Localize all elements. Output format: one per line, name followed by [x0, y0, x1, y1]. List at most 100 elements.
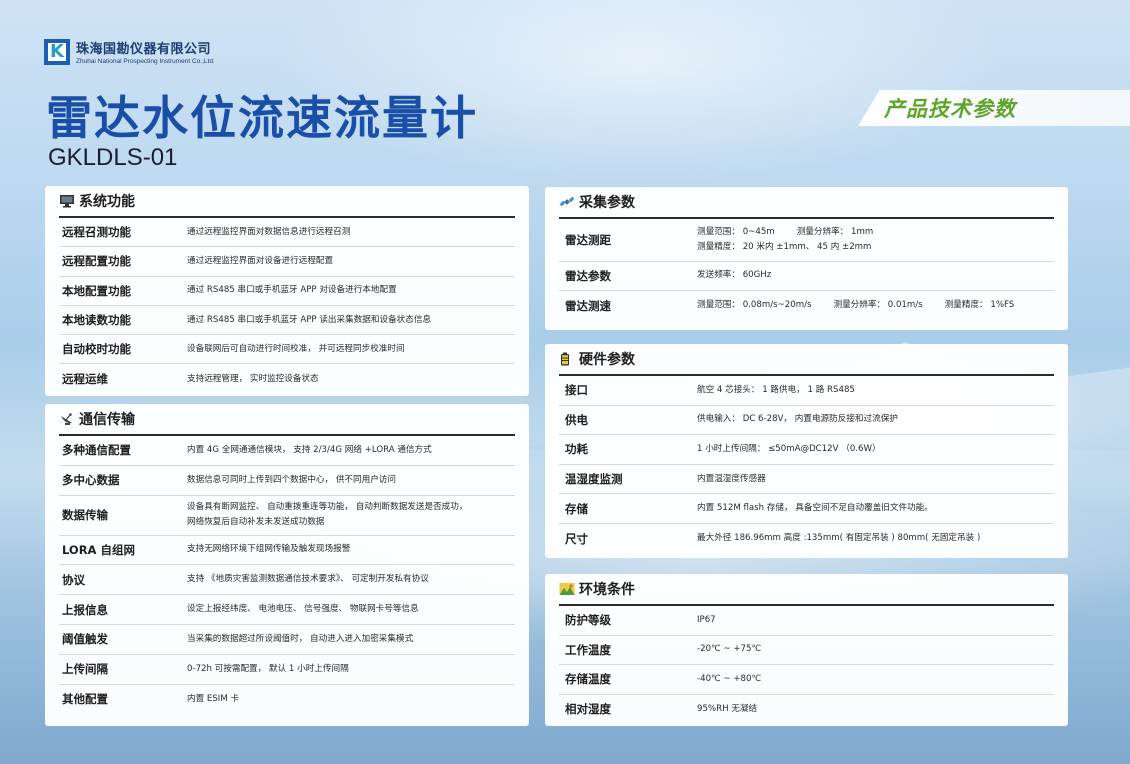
spec-label: 本地读数功能 [62, 313, 131, 328]
communication-card: 通信传输 多种通信配置 内置 4G 全网通通信模块， 支持 2/3/4G 网络 +… [45, 404, 529, 726]
spec-label: 上报信息 [62, 602, 108, 617]
spec-value-line: 0-72h 可按需配置， 默认 1 小时上传间隔 [187, 663, 349, 674]
spec-value: 0-72h 可按需配置， 默认 1 小时上传间隔 [187, 662, 349, 677]
spec-value-line: 设备联网后可自动进行时间校准， 并可远程同步校准时间 [187, 343, 405, 354]
spec-label: 存储温度 [565, 672, 611, 687]
spec-value: IP67 [697, 613, 716, 628]
spec-value: 内置 512M flash 存储， 具备空间不足自动覆盖旧文件功能。 [697, 501, 933, 516]
spec-value: 最大外径 186.96mm 高度 :135mm( 有固定吊装 ) 80mm( 无… [697, 531, 980, 546]
spec-value-line: 设定上报经纬度、 电池电压、 信号强度、 物联网卡号等信息 [187, 604, 419, 615]
spec-row: 数据传输 设备具有断网监控、 自动重拨重连等功能， 自动判断数据发送是否成功， 网络… [59, 496, 515, 536]
spec-value-line: 测量范围： 0.08m/s~20m/s 测量分辨率： 0.01m/s 测量精度： 1… [697, 298, 1036, 313]
spec-banner: 产品技术参数 [858, 90, 1130, 126]
spec-value-line: 通过远程监控界面对设备进行远程配置 [187, 255, 334, 266]
spec-value: 支持 《地质灾害监测数据通信技术要求》、 可定制开发私有协议 [187, 572, 429, 587]
spec-value-line: 当采集的数据超过所设阈值时， 自动进入进入加密采集模式 [187, 633, 414, 644]
spec-label: 数据传输 [62, 508, 108, 523]
spec-value: 通过远程监控界面对数据信息进行远程召测 [187, 225, 350, 240]
spec-row: 远程配置功能 通过远程监控界面对设备进行远程配置 [59, 247, 515, 277]
spec-label: LORA 自组网 [62, 542, 135, 557]
spec-row: 多中心数据 数据信息可同时上传到四个数据中心， 供不同用户访问 [59, 466, 515, 496]
spec-label: 远程配置功能 [62, 254, 131, 269]
spec-label: 多种通信配置 [62, 443, 131, 458]
spec-row: 功耗 1 小时上传间隔： ≤50mA@DC12V （0.6W） [559, 435, 1054, 465]
spec-value: 当采集的数据超过所设阈值时， 自动进入进入加密采集模式 [187, 632, 413, 647]
spec-row: 阈值触发 当采集的数据超过所设阈值时， 自动进入进入加密采集模式 [59, 625, 515, 655]
spec-row: 自动校时功能 设备联网后可自动进行时间校准， 并可远程同步校准时间 [59, 335, 515, 365]
spec-value-line: 内置 ESIM 卡 [187, 693, 240, 704]
product-model: GKLDLS-01 [48, 144, 178, 171]
spec-row: 供电 供电输入： DC 6-28V， 内置电源防反接和过流保护 [559, 406, 1054, 436]
satellite-icon [559, 195, 575, 209]
spec-row: 雷达参数 发送频率： 60GHz [559, 262, 1054, 291]
environment-card: 环境条件 防护等级 IP67 工作温度 -20℃ ~ +75℃ 存储温度 -40℃ ~ +… [545, 574, 1068, 726]
spec-value: 数据信息可同时上传到四个数据中心， 供不同用户访问 [187, 473, 396, 488]
spec-value-line: IP67 [697, 614, 716, 625]
spec-value: 航空 4 芯接头： 1 路供电， 1 路 RS485 [697, 383, 855, 398]
spec-row: 温湿度监测 内置温湿度传感器 [559, 465, 1054, 495]
spec-row: 上传间隔 0-72h 可按需配置， 默认 1 小时上传间隔 [59, 655, 515, 685]
spec-value-line: 测量精度： 20 米内 ±1mm、 45 内 ±2mm [697, 240, 895, 255]
hardware-params-header: 硬件参数 [559, 344, 1054, 376]
spec-label: 接口 [565, 383, 588, 398]
spec-value: 发送频率： 60GHz [697, 268, 793, 283]
monitor-icon [59, 194, 75, 208]
spec-value-line: 测量范围： 0~45m 测量分辨率： 1mm [697, 225, 895, 240]
spec-row: 其他配置 内置 ESIM 卡 [59, 685, 515, 715]
landscape-icon [559, 582, 575, 596]
spec-value: 通过 RS485 串口或手机蓝牙 APP 对设备进行本地配置 [187, 283, 397, 298]
spec-value-part: 测量范围： 0~45m [697, 226, 775, 237]
spec-row: 存储 内置 512M flash 存储， 具备空间不足自动覆盖旧文件功能。 [559, 494, 1054, 524]
spec-value: 内置温湿度传感器 [697, 472, 766, 487]
spec-row: 雷达测速 测量范围： 0.08m/s~20m/s 测量分辨率： 0.01m/s 测量精… [559, 291, 1054, 320]
spec-value-line: 网络恢复后自动补发未发送成功数据 [187, 517, 325, 528]
spec-value-line: 1 小时上传间隔： ≤50mA@DC12V （0.6W） [697, 443, 881, 454]
spec-value-part: 测量范围： 0.08m/s~20m/s [697, 299, 812, 310]
spec-row: 雷达测距 测量范围： 0~45m 测量分辨率： 1mm 测量精度： 20 米内 ±1m… [559, 219, 1054, 262]
spec-value: 内置 4G 全网通通信模块， 支持 2/3/4G 网络 +LORA 通信方式 [187, 443, 432, 458]
spec-label: 远程运维 [62, 372, 108, 387]
company-name-en: Zhuhai National Prospecting Instrument C… [76, 58, 215, 65]
collection-params-card: 采集参数 雷达测距 测量范围： 0~45m 测量分辨率： 1mm 测量精度： 20 米… [545, 187, 1068, 330]
spec-row: 上报信息 设定上报经纬度、 电池电压、 信号强度、 物联网卡号等信息 [59, 595, 515, 625]
spec-value-line: 设备具有断网监控、 自动重拨重连等功能， 自动判断数据发送是否成功， [187, 502, 468, 513]
environment-header: 环境条件 [559, 574, 1054, 606]
product-title: 雷达水位流速流量计 [46, 91, 478, 145]
spec-label: 阈值触发 [62, 632, 108, 647]
spec-value: 测量范围： 0.08m/s~20m/s 测量分辨率： 0.01m/s 测量精度： 1… [697, 298, 1036, 313]
spec-label: 温湿度监测 [565, 472, 623, 487]
spec-value-line: -20℃ ~ +75℃ [697, 644, 762, 655]
communication-header: 通信传输 [59, 404, 515, 436]
spec-value-part: 发送频率： 60GHz [697, 270, 772, 281]
hardware-params-card: 硬件参数 接口 航空 4 芯接头： 1 路供电， 1 路 RS485 供电 供电输入：… [545, 344, 1068, 558]
spec-value-line: 内置 512M flash 存储， 具备空间不足自动覆盖旧文件功能。 [697, 503, 933, 514]
spec-label: 工作温度 [565, 642, 611, 657]
spec-value-line: 数据信息可同时上传到四个数据中心， 供不同用户访问 [187, 474, 396, 485]
spec-value-line: 航空 4 芯接头： 1 路供电， 1 路 RS485 [697, 384, 855, 395]
spec-row: 协议 支持 《地质灾害监测数据通信技术要求》、 可定制开发私有协议 [59, 565, 515, 596]
spec-value: 通过远程监控界面对设备进行远程配置 [187, 254, 333, 269]
spec-value: 1 小时上传间隔： ≤50mA@DC12V （0.6W） [697, 442, 881, 457]
spec-value-line: 95%RH 无凝结 [697, 703, 758, 714]
spec-label: 供电 [565, 412, 588, 427]
spec-label: 本地配置功能 [62, 283, 131, 298]
spec-row: LORA 自组网 支持无网络环境下组网传输及触发现场报警 [59, 536, 515, 566]
spec-label: 远程召测功能 [62, 225, 131, 240]
spec-value: 95%RH 无凝结 [697, 702, 757, 717]
spec-row: 尺寸 最大外径 186.96mm 高度 :135mm( 有固定吊装 ) 80mm(… [559, 524, 1054, 554]
spec-row: 远程运维 支持远程管理， 实时监控设备状态 [59, 364, 515, 393]
spec-value-line: 供电输入： DC 6-28V， 内置电源防反接和过流保护 [697, 414, 898, 425]
spec-value-line: 通过 RS485 串口或手机蓝牙 APP 读出采集数据和设备状态信息 [187, 314, 432, 325]
spec-row: 接口 航空 4 芯接头： 1 路供电， 1 路 RS485 [559, 376, 1054, 406]
spec-value-line: 支持无网络环境下组网传输及触发现场报警 [187, 544, 351, 555]
spec-label: 自动校时功能 [62, 342, 131, 357]
spec-value: 支持无网络环境下组网传输及触发现场报警 [187, 542, 350, 557]
spec-row: 本地读数功能 通过 RS485 串口或手机蓝牙 APP 读出采集数据和设备状态信息 [59, 306, 515, 336]
spec-label: 上传间隔 [62, 662, 108, 677]
spec-value-line: 通过 RS485 串口或手机蓝牙 APP 对设备进行本地配置 [187, 285, 397, 296]
spec-value: 支持远程管理， 实时监控设备状态 [187, 372, 319, 387]
spec-label: 防护等级 [565, 613, 611, 628]
spec-value-line: 内置 4G 全网通通信模块， 支持 2/3/4G 网络 +LORA 通信方式 [187, 444, 432, 455]
spec-value: 测量范围： 0~45m 测量分辨率： 1mm 测量精度： 20 米内 ±1mm、 4… [697, 225, 895, 255]
spec-value: 设定上报经纬度、 电池电压、 信号强度、 物联网卡号等信息 [187, 602, 419, 617]
